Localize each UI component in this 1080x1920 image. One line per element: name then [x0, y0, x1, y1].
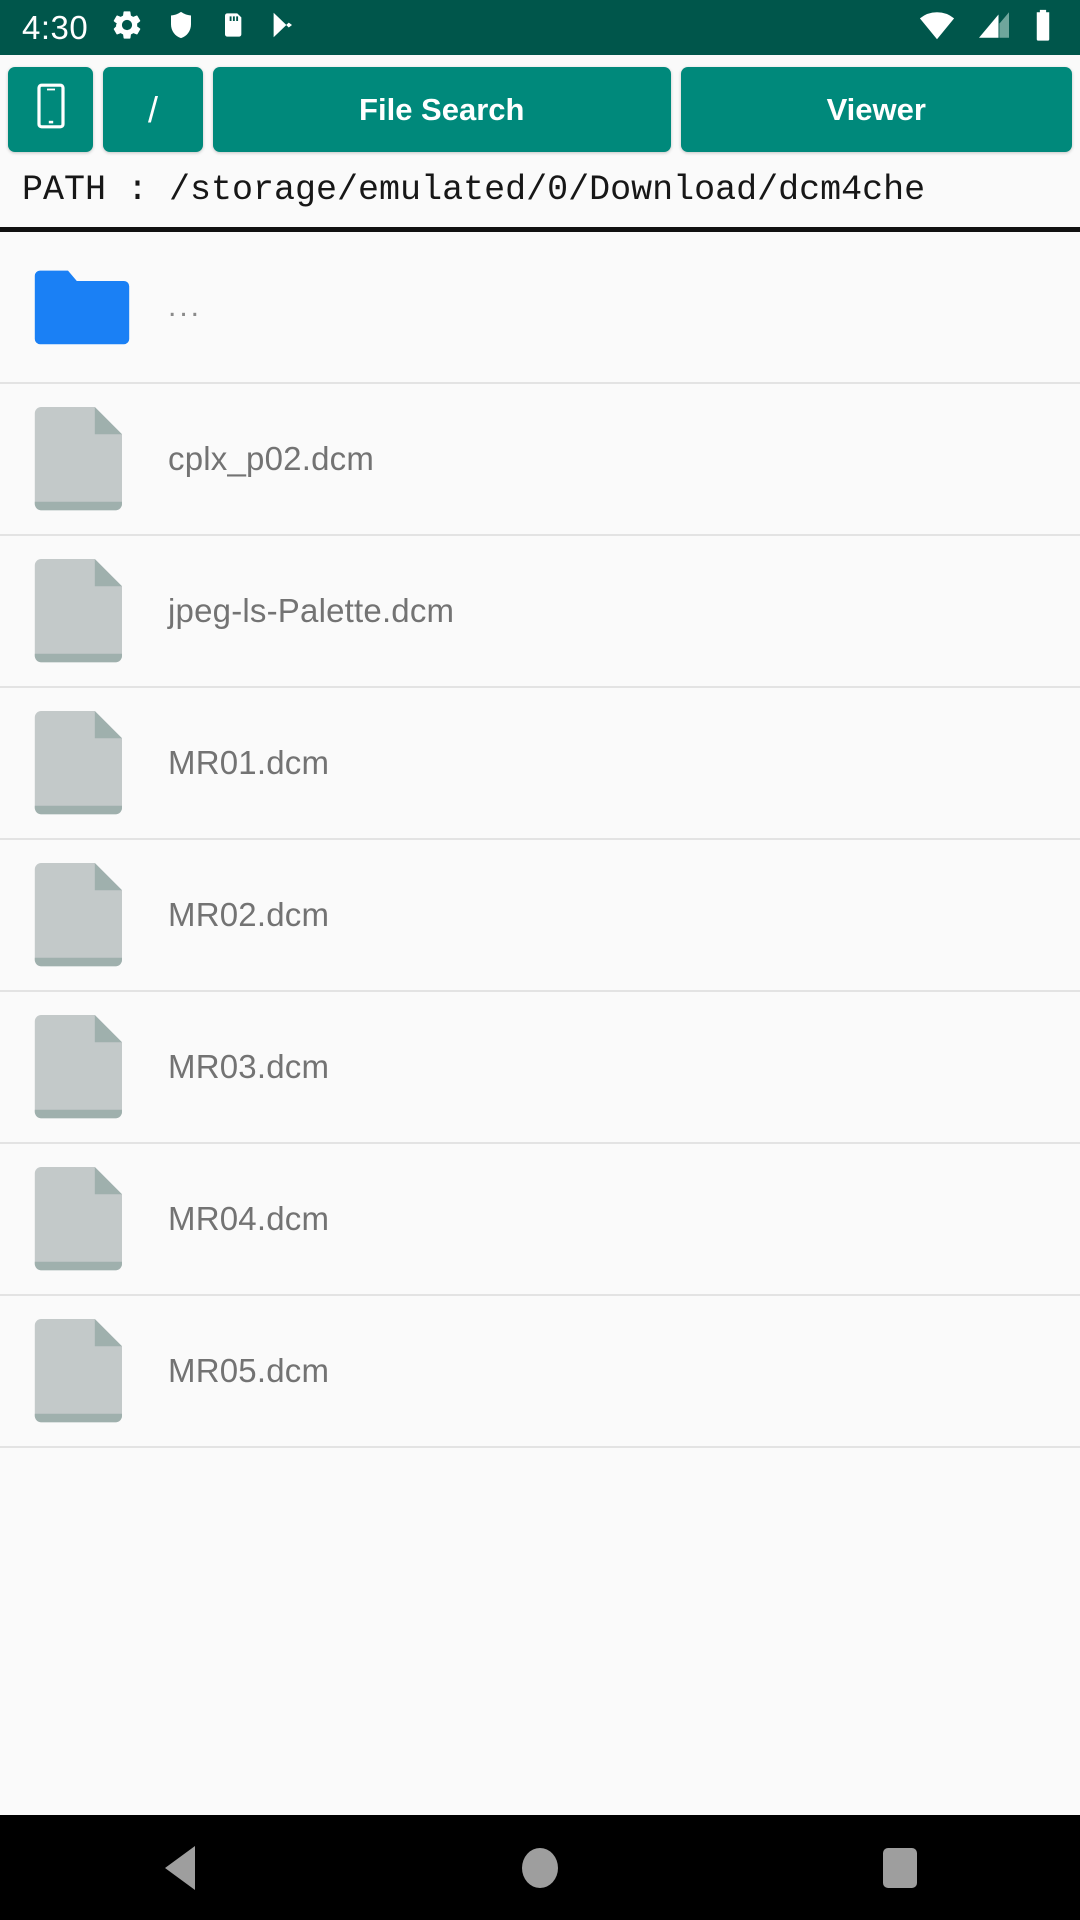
- list-item-label: MR05.dcm: [168, 1352, 330, 1389]
- list-item[interactable]: MR05.dcm: [0, 1296, 1080, 1448]
- wifi-icon: [918, 10, 956, 45]
- file-icon: [34, 1165, 160, 1273]
- nav-home-button[interactable]: [430, 1815, 650, 1920]
- app-screen: 4:30 / File Search Viewer PATH: /storag…: [0, 0, 1080, 1920]
- list-item-label: MR03.dcm: [168, 1048, 330, 1085]
- recents-square-icon: [883, 1847, 917, 1888]
- toolbar: / File Search Viewer: [0, 55, 1080, 152]
- list-item-label: ...: [168, 290, 203, 323]
- sd-card-icon: [218, 8, 246, 47]
- android-navigation-bar: [0, 1815, 1080, 1920]
- folder-icon: [34, 269, 160, 345]
- gear-icon: [110, 8, 144, 47]
- list-item[interactable]: jpeg-ls-Palette.dcm: [0, 536, 1080, 688]
- list-item[interactable]: MR01.dcm: [0, 688, 1080, 840]
- file-icon: [34, 1317, 160, 1425]
- file-icon: [34, 861, 160, 969]
- play-store-icon: [268, 8, 298, 47]
- cellular-signal-icon: [976, 10, 1012, 45]
- root-path-button[interactable]: /: [103, 67, 203, 152]
- back-triangle-icon: [165, 1845, 195, 1890]
- list-item[interactable]: ...: [0, 232, 1080, 384]
- status-bar-right: [918, 0, 1054, 55]
- list-item[interactable]: MR04.dcm: [0, 1144, 1080, 1296]
- status-bar-left: 4:30: [22, 8, 298, 47]
- list-item-label: MR04.dcm: [168, 1200, 330, 1237]
- path-display: PATH : /storage/emulated/0/Download/dcm4…: [0, 152, 1080, 227]
- list-item-label: jpeg-ls-Palette.dcm: [168, 592, 455, 629]
- file-icon: [34, 1013, 160, 1121]
- file-list: ... cplx_p02.dcm jpeg-ls-Palette.dcm MR0…: [0, 232, 1080, 1448]
- viewer-button[interactable]: Viewer: [680, 67, 1072, 152]
- file-search-button[interactable]: File Search: [213, 67, 671, 152]
- shield-icon: [166, 8, 196, 47]
- phone-icon: [33, 82, 69, 138]
- status-bar-clock: 4:30: [22, 9, 89, 46]
- list-item-label: cplx_p02.dcm: [168, 440, 375, 477]
- nav-back-button[interactable]: [70, 1815, 290, 1920]
- file-icon: [34, 709, 160, 817]
- list-item[interactable]: MR03.dcm: [0, 992, 1080, 1144]
- list-item-label: MR01.dcm: [168, 744, 330, 781]
- home-circle-icon: [522, 1847, 558, 1888]
- list-item[interactable]: cplx_p02.dcm: [0, 384, 1080, 536]
- file-icon: [34, 405, 160, 513]
- status-bar: 4:30: [0, 0, 1080, 55]
- file-icon: [34, 557, 160, 665]
- internal-storage-button[interactable]: [8, 67, 93, 152]
- list-item-label: MR02.dcm: [168, 896, 330, 933]
- nav-recents-button[interactable]: [790, 1815, 1010, 1920]
- list-item[interactable]: MR02.dcm: [0, 840, 1080, 992]
- battery-icon: [1032, 8, 1054, 47]
